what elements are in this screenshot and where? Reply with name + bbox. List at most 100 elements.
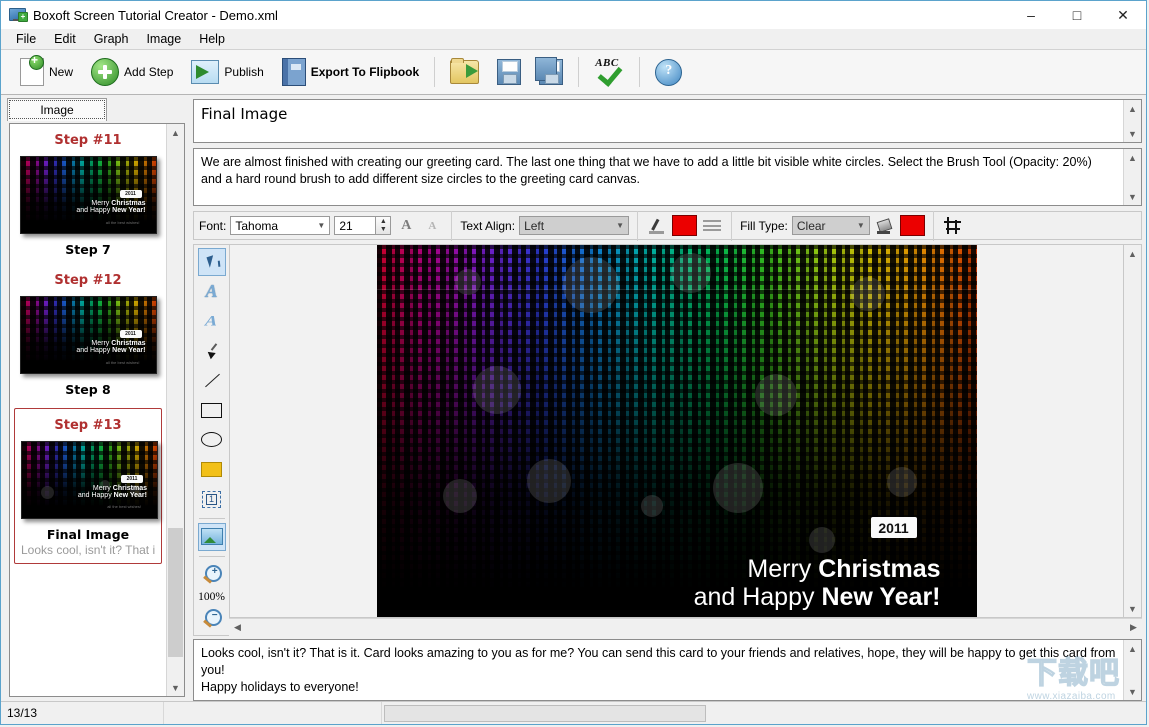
step-description-field[interactable]: We are almost finished with creating our… bbox=[193, 148, 1142, 206]
font-family-select[interactable]: Tahoma ▼ bbox=[230, 216, 331, 235]
spin-up-icon[interactable]: ▲ bbox=[376, 217, 390, 226]
rectangle-icon bbox=[201, 402, 222, 418]
crop-button[interactable] bbox=[942, 215, 964, 236]
text-slant-a-icon: A bbox=[203, 312, 221, 329]
fill-bucket-button[interactable] bbox=[874, 215, 896, 236]
minimize-button[interactable]: – bbox=[1008, 1, 1054, 29]
greeting-card-image[interactable]: 2011 Merry Christmas and Happy New Year!… bbox=[376, 245, 977, 617]
font-size-stepper[interactable]: 21 ▲ ▼ bbox=[334, 216, 392, 235]
line-color-swatch[interactable] bbox=[672, 215, 698, 236]
scroll-right-icon[interactable]: ▶ bbox=[1125, 619, 1142, 636]
step-title-input[interactable]: Final Image bbox=[194, 100, 1123, 142]
step-title-field[interactable]: Final Image ▲ ▼ bbox=[193, 99, 1142, 143]
fill-type-select[interactable]: Clear ▼ bbox=[791, 216, 870, 235]
scroll-track[interactable] bbox=[1124, 657, 1141, 683]
close-button[interactable]: ✕ bbox=[1100, 1, 1146, 29]
export-to-flipbook-button[interactable]: Export To Flipbook bbox=[273, 53, 428, 91]
line-tool[interactable] bbox=[198, 367, 226, 395]
scroll-down-icon[interactable]: ▼ bbox=[1124, 683, 1141, 700]
maximize-button[interactable]: □ bbox=[1054, 1, 1100, 29]
zoom-out-button[interactable]: − bbox=[198, 605, 226, 633]
publish-button-label: Publish bbox=[224, 65, 264, 79]
list-item[interactable]: Step #12 2011 Merry Christmas and Happy N… bbox=[10, 264, 166, 404]
scroll-track[interactable] bbox=[246, 619, 1125, 636]
main-body: Image Step #11 2011 Merry Christmas and H… bbox=[1, 95, 1146, 701]
canvas-horizontal-scrollbar[interactable]: ◀ ▶ bbox=[229, 618, 1142, 636]
steps-list[interactable]: Step #11 2011 Merry Christmas and Happy N… bbox=[9, 123, 185, 697]
shrink-font-button[interactable]: A bbox=[421, 215, 443, 236]
step-notes-input[interactable]: Looks cool, isn't it? That is it. Card l… bbox=[194, 640, 1123, 700]
scroll-track[interactable] bbox=[1124, 117, 1141, 125]
scroll-down-icon[interactable]: ▼ bbox=[167, 679, 184, 696]
line-icon bbox=[204, 373, 220, 389]
text-slant-tool[interactable]: A bbox=[198, 307, 226, 335]
step-thumbnail[interactable]: 2011 Merry Christmas and Happy New Year! … bbox=[19, 296, 157, 374]
scroll-down-icon[interactable]: ▼ bbox=[1124, 188, 1141, 205]
fill-color-swatch[interactable] bbox=[899, 215, 925, 236]
save-button[interactable] bbox=[488, 53, 530, 91]
menu-help[interactable]: Help bbox=[190, 30, 234, 48]
scroll-up-icon[interactable]: ▲ bbox=[1124, 100, 1141, 117]
menu-edit[interactable]: Edit bbox=[45, 30, 85, 48]
rectangle-tool[interactable] bbox=[198, 396, 226, 424]
scroll-up-icon[interactable]: ▲ bbox=[1124, 245, 1141, 262]
scroll-left-icon[interactable]: ◀ bbox=[229, 619, 246, 636]
help-button[interactable] bbox=[646, 53, 691, 91]
canvas-vertical-scrollbar[interactable]: ▲ ▼ bbox=[1124, 244, 1142, 618]
steps-scrollbar[interactable]: ▲ ▼ bbox=[166, 124, 184, 696]
save-as-button[interactable] bbox=[530, 53, 572, 91]
open-button[interactable] bbox=[441, 53, 488, 91]
export-to-flipbook-label: Export To Flipbook bbox=[310, 65, 420, 79]
pointer-tool[interactable] bbox=[197, 248, 226, 276]
pen-arrow-tool[interactable] bbox=[198, 337, 226, 365]
line-style-button[interactable] bbox=[646, 215, 668, 236]
step-title-scrollbar[interactable]: ▲ ▼ bbox=[1123, 100, 1141, 142]
fill-type-value: Clear bbox=[796, 218, 826, 233]
scroll-track[interactable] bbox=[167, 141, 184, 679]
menu-image[interactable]: Image bbox=[137, 30, 190, 48]
font-size-value[interactable]: 21 bbox=[334, 216, 377, 235]
pen-icon bbox=[648, 218, 666, 234]
scroll-up-icon[interactable]: ▲ bbox=[167, 124, 184, 141]
scroll-down-icon[interactable]: ▼ bbox=[1124, 125, 1141, 142]
toolbar-separator-1 bbox=[434, 57, 436, 87]
zoom-in-icon: + bbox=[202, 564, 222, 585]
step-thumbnail[interactable]: 2011 Merry Christmas and Happy New Year! … bbox=[19, 156, 157, 234]
list-item-selected[interactable]: Step #13 2011 Merry Christmas and Happy N… bbox=[14, 408, 162, 564]
tab-image[interactable]: Image bbox=[7, 98, 107, 121]
scroll-up-icon[interactable]: ▲ bbox=[1124, 149, 1141, 166]
text-align-select[interactable]: Left ▼ bbox=[519, 216, 630, 235]
add-step-button[interactable]: Add Step bbox=[82, 53, 182, 91]
menu-graph[interactable]: Graph bbox=[85, 30, 138, 48]
canvas-viewport[interactable]: 2011 Merry Christmas and Happy New Year!… bbox=[229, 244, 1124, 618]
publish-button[interactable]: Publish bbox=[182, 53, 272, 91]
font-size-spin-buttons[interactable]: ▲ ▼ bbox=[376, 216, 392, 235]
ellipse-tool[interactable] bbox=[198, 426, 226, 454]
grow-font-button[interactable]: A bbox=[395, 215, 417, 236]
scroll-thumb[interactable] bbox=[168, 528, 183, 658]
spin-down-icon[interactable]: ▼ bbox=[376, 226, 390, 235]
scroll-down-icon[interactable]: ▼ bbox=[1124, 600, 1141, 617]
numbered-callout-tool[interactable]: 1 bbox=[198, 485, 226, 513]
canvas-row: 2011 Merry Christmas and Happy New Year!… bbox=[229, 244, 1142, 618]
spell-check-button[interactable]: ABC bbox=[585, 53, 633, 91]
scroll-up-icon[interactable]: ▲ bbox=[1124, 640, 1141, 657]
step-notes-field[interactable]: Looks cool, isn't it? That is it. Card l… bbox=[193, 639, 1142, 701]
text-tool[interactable]: A bbox=[198, 278, 226, 306]
application-window: + Boxoft Screen Tutorial Creator - Demo.… bbox=[0, 0, 1147, 725]
line-width-button[interactable] bbox=[701, 215, 723, 236]
zoom-in-button[interactable]: + bbox=[198, 561, 226, 589]
list-item[interactable]: Step #11 2011 Merry Christmas and Happy N… bbox=[10, 124, 166, 264]
image-fit-tool[interactable] bbox=[197, 523, 226, 551]
menu-file[interactable]: File bbox=[7, 30, 45, 48]
scroll-track[interactable] bbox=[1124, 262, 1141, 600]
step-notes-scrollbar[interactable]: ▲ ▼ bbox=[1123, 640, 1141, 700]
step-thumbnail[interactable]: 2011 Merry Christmas and Happy New Year! … bbox=[21, 441, 158, 519]
scroll-track[interactable] bbox=[1124, 166, 1141, 188]
filled-rect-tool[interactable] bbox=[198, 456, 226, 484]
new-button[interactable]: New bbox=[11, 53, 82, 91]
step-description-input[interactable]: We are almost finished with creating our… bbox=[194, 149, 1123, 205]
image-fit-icon bbox=[200, 528, 223, 546]
step-description-scrollbar[interactable]: ▲ ▼ bbox=[1123, 149, 1141, 205]
cursor-icon bbox=[206, 255, 217, 269]
